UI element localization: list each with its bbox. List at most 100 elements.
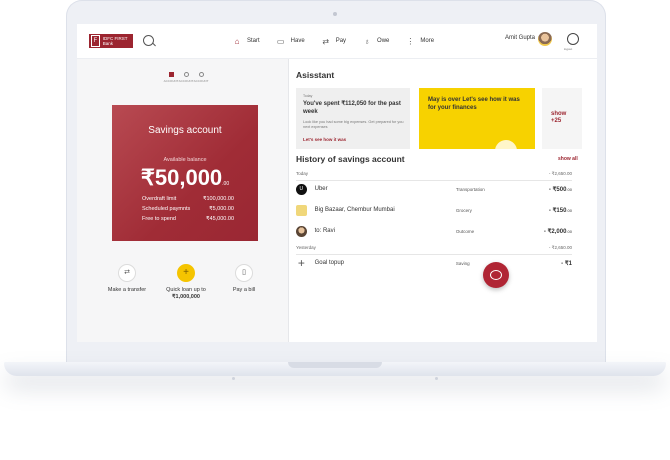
- card-headline: May is over Let's see how it was for you…: [428, 97, 520, 111]
- show-more-label: show +25: [551, 111, 566, 125]
- avatar[interactable]: [538, 32, 552, 46]
- table-row[interactable]: to: Ravi Outcome - ₹2,000.00: [296, 223, 572, 239]
- nav-have-label: Have: [290, 38, 305, 44]
- user-name[interactable]: Amit Gupta: [505, 35, 535, 41]
- pay-bill-label: Pay a bill: [232, 287, 256, 293]
- scheduled-value: ₹5,000.00: [209, 206, 234, 212]
- main-nav: ⌂ Start ▭ Have ⇄ Pay ♁ Owe ⋮ More: [232, 24, 450, 58]
- group-header-today: Today - ₹2,650.00: [296, 171, 572, 181]
- nav-start-label: Start: [247, 38, 260, 44]
- row-amount: - ₹150.00: [526, 207, 572, 214]
- uber-logo-icon: U: [296, 183, 307, 195]
- bill-icon: ▯: [235, 264, 253, 282]
- laptop-notch: [288, 362, 382, 368]
- bank-logo[interactable]: F IDFC FIRST Bank: [89, 34, 133, 48]
- laptop-camera: [333, 12, 337, 16]
- card-description: Look like you had some big expenses. Get…: [303, 120, 404, 129]
- table-row[interactable]: U Uber Transportation - ₹500.00: [296, 181, 572, 197]
- balance-value: ₹50,000: [140, 165, 223, 190]
- card-tag: Today: [303, 94, 313, 98]
- row-amount-value: - ₹2,000: [543, 228, 567, 235]
- row-amount: - ₹2,000.00: [526, 228, 572, 235]
- group-total: - ₹2,650.00: [548, 245, 572, 250]
- group-label: Today: [296, 171, 309, 176]
- nav-have[interactable]: ▭ Have: [276, 37, 305, 46]
- row-name: Big Bazaar, Chembur Mumbai: [314, 207, 395, 213]
- quick-loan-button[interactable]: + Quick loan up to ₹1,000,000: [156, 264, 216, 301]
- show-text: show: [551, 111, 567, 117]
- search-icon[interactable]: [143, 35, 154, 46]
- nav-pay-label: Pay: [335, 38, 347, 44]
- nav-owe[interactable]: ♁ Owe: [362, 37, 389, 46]
- free-label: Free to spend: [142, 216, 176, 222]
- assistant-card-monthly[interactable]: May is over Let's see how it was for you…: [419, 88, 535, 149]
- chat-bubble-icon: [490, 270, 502, 280]
- balance-amount: ₹50,000.00: [112, 165, 258, 191]
- quick-loan-line2: ₹1,000,000: [172, 294, 200, 300]
- row-amount-value: - ₹150: [548, 207, 567, 214]
- nav-start[interactable]: ⌂ Start: [232, 37, 260, 46]
- row-amount-decimals: .00: [566, 207, 572, 213]
- scheduled-line: Scheduled paymnts ₹5,000.00: [142, 206, 234, 212]
- logout-icon[interactable]: [567, 33, 579, 45]
- pay-bill-button[interactable]: ▯ Pay a bill: [214, 264, 274, 294]
- assistant-card-spending[interactable]: Today You've spent ₹112,050 for the past…: [296, 88, 410, 149]
- row-category: Grocery: [455, 207, 472, 213]
- quick-loan-label: Quick loan up to ₹1,000,000: [156, 287, 216, 301]
- nav-pay[interactable]: ⇄ Pay: [321, 37, 346, 46]
- available-balance-label: Available balance: [163, 157, 207, 163]
- row-amount-value: - ₹500: [548, 186, 567, 193]
- pager-active-icon: [168, 72, 174, 77]
- show-all-link[interactable]: show all: [558, 156, 578, 162]
- row-amount-decimals: .00: [566, 186, 572, 192]
- card-headline: You've spent ₹112,050 for the past week: [303, 101, 401, 115]
- pager-item-3[interactable]: ACCOUNT: [191, 72, 211, 83]
- row-category: Outcome: [455, 228, 475, 234]
- card-link[interactable]: Let's see how it was: [303, 137, 346, 142]
- row-amount: - ₹1: [561, 260, 572, 267]
- row-amount: - ₹500.00: [526, 186, 572, 193]
- card-payment-icon: [296, 204, 307, 216]
- more-vertical-icon: ⋮: [406, 36, 415, 46]
- contact-avatar: [296, 225, 307, 237]
- app-screen: F IDFC FIRST Bank ⌂ Start ▭ Have ⇄ Pay ♁…: [77, 24, 597, 342]
- table-row[interactable]: Big Bazaar, Chembur Mumbai Grocery - ₹15…: [296, 202, 572, 218]
- table-row[interactable]: + Goal topup Saving - ₹1: [296, 255, 572, 271]
- row-category: Transportation: [455, 186, 485, 192]
- balance-decimals: .00: [222, 181, 230, 187]
- logout-label: logout: [564, 47, 573, 51]
- assistant-title: Asisstant: [296, 70, 335, 80]
- make-transfer-button[interactable]: ⇄ Make a transfer: [97, 264, 157, 294]
- nav-more[interactable]: ⋮ More: [405, 37, 434, 46]
- plus-icon: +: [177, 264, 195, 282]
- account-panel: ACCOUNT ACCOUNT ACCOUNT Savings account …: [77, 59, 289, 342]
- nav-more-label: More: [420, 38, 435, 44]
- quick-loan-line1: Quick loan up to: [166, 287, 206, 293]
- group-total: - ₹2,650.00: [548, 171, 572, 176]
- plus-icon: +: [297, 256, 305, 270]
- pager-label: ACCOUNT: [193, 79, 209, 83]
- sun-illustration-icon: [495, 140, 517, 149]
- overdraft-label: Overdraft limit: [142, 196, 177, 202]
- logo-text: IDFC FIRST Bank: [102, 36, 128, 46]
- savings-account-card[interactable]: Savings account Available balance ₹50,00…: [112, 105, 258, 241]
- logo-mark-icon: F: [91, 35, 100, 47]
- overdraft-line: Overdraft limit ₹100,000.00: [142, 196, 234, 202]
- transfer-icon: ⇄: [118, 264, 136, 282]
- show-count: +25: [551, 118, 562, 124]
- chat-fab-button[interactable]: [483, 262, 509, 288]
- free-value: ₹45,000.00: [206, 216, 234, 222]
- money-bag-icon: ♁: [364, 36, 371, 46]
- row-name: to: Ravi: [314, 228, 335, 234]
- dashboard-panel: Asisstant Today You've spent ₹112,050 fo…: [288, 59, 597, 342]
- pager-dot-icon: [198, 72, 204, 77]
- home-icon: ⌂: [234, 36, 240, 46]
- assistant-show-more[interactable]: show +25: [542, 88, 582, 149]
- wallet-icon: ▭: [276, 36, 285, 46]
- base-foot: [435, 377, 438, 380]
- base-foot: [232, 377, 235, 380]
- group-label: Yesterday: [296, 245, 316, 250]
- make-transfer-label: Make a transfer: [107, 287, 147, 293]
- history-title: History of savings account: [296, 154, 405, 164]
- top-bar: F IDFC FIRST Bank ⌂ Start ▭ Have ⇄ Pay ♁…: [77, 24, 597, 59]
